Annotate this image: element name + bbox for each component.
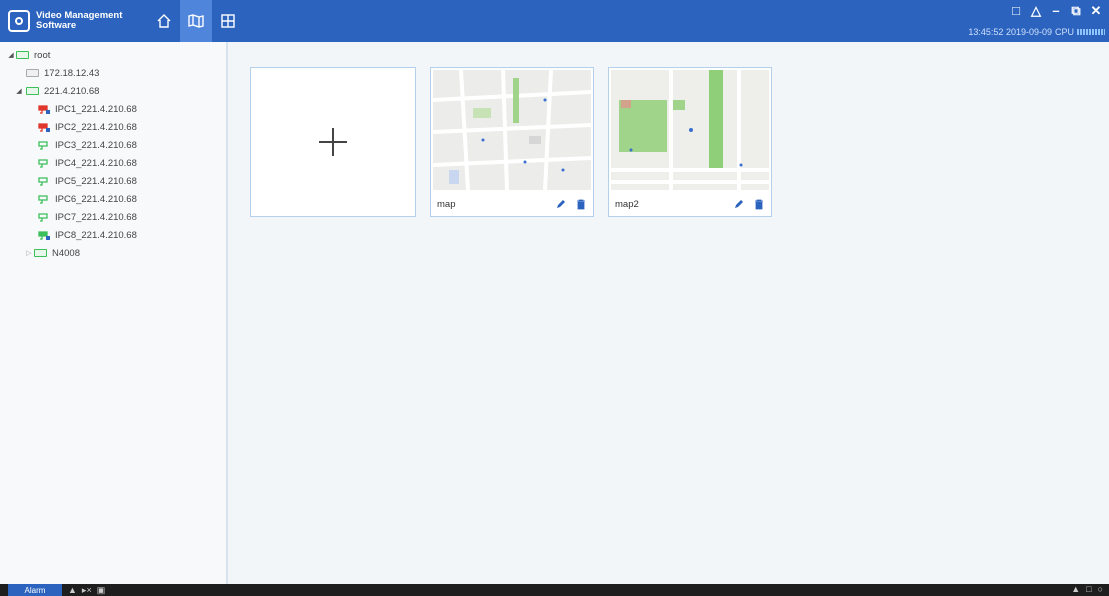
group-icon [16,51,29,59]
bell-icon[interactable]: ▲ [68,585,77,596]
tree-node-label: IPC2_221.4.210.68 [55,121,137,133]
restore-icon[interactable]: ⧉ [1069,4,1083,18]
camera-icon [38,122,50,132]
camera-icon [38,176,50,186]
tree-node-camera[interactable]: IPC7_221.4.210.68 [0,208,226,226]
tree-node-label: 221.4.210.68 [44,85,100,97]
app-logo: Video Management Software [0,0,148,42]
camera-logo-icon [8,10,30,32]
cpu-meter [1077,29,1105,35]
map-gallery: map map2 [230,42,1109,584]
close-icon[interactable]: ✕ [1089,4,1103,18]
map-card-footer: map2 [609,192,771,216]
map-name: map2 [615,198,639,210]
nvr-icon [34,249,47,257]
status-readout: 13:45:52 2019-09-09 CPU [968,27,1105,37]
tree-node-label: IPC7_221.4.210.68 [55,211,137,223]
tree-node-root[interactable]: ◢ root [0,46,226,64]
map-thumbnail[interactable] [611,70,769,190]
pin-icon[interactable]: ▲ [1071,584,1080,594]
add-map-button[interactable] [250,67,416,217]
map-thumbnail[interactable] [433,70,591,190]
map-card[interactable]: map [430,67,594,217]
device-tree-panel: ◢ root 172.18.12.43 ◢ 221.4.210.68 IPC1_… [0,42,228,584]
device-online-icon [26,87,39,95]
camera-icon [38,158,50,168]
tree-node-camera[interactable]: IPC8_221.4.210.68 [0,226,226,244]
bottom-right-controls: ▲ □ ○ [1071,584,1103,594]
delete-icon[interactable] [753,198,765,210]
nav-layout-button[interactable] [212,0,244,42]
window-controls: □ △ – ⧉ ✕ [1009,4,1103,18]
tree-node-label: root [34,49,51,61]
minimize-icon[interactable]: – [1049,4,1063,18]
nav-home-button[interactable] [148,0,180,42]
tree-node-label: IPC3_221.4.210.68 [55,139,137,151]
camera-icon [38,212,50,222]
datetime-text: 13:45:52 2019-09-09 [968,27,1052,37]
tree-node-camera[interactable]: IPC2_221.4.210.68 [0,118,226,136]
map-card-footer: map [431,192,593,216]
tree-node-label: IPC1_221.4.210.68 [55,103,137,115]
edit-icon[interactable] [555,198,567,210]
app-title-line2: Software [36,20,77,31]
delete-icon[interactable] [575,198,587,210]
user-icon[interactable]: △ [1029,4,1043,18]
tree-node-label: 172.18.12.43 [44,67,100,79]
home-icon [157,14,171,28]
map-thumbnail-image [611,70,769,190]
tree-node-camera[interactable]: IPC6_221.4.210.68 [0,190,226,208]
map-card[interactable]: map2 [608,67,772,217]
title-bar: Video Management Software □ △ – ⧉ ✕ 13:4… [0,0,1109,42]
tree-node-camera[interactable]: IPC5_221.4.210.68 [0,172,226,190]
camera-icon [38,104,50,114]
camera-icon [38,140,50,150]
tree-node-device[interactable]: 172.18.12.43 [0,64,226,82]
chat-icon[interactable]: □ [1009,4,1023,18]
tree-node-camera[interactable]: IPC4_221.4.210.68 [0,154,226,172]
map-thumbnail-image [433,70,591,190]
tree-node-camera[interactable]: IPC3_221.4.210.68 [0,136,226,154]
layout-grid-icon [221,14,235,28]
expand-arrow-icon[interactable]: ◢ [14,87,24,95]
plus-icon [319,128,347,156]
camera-icon [38,230,50,240]
edit-icon[interactable] [733,198,745,210]
more-icon[interactable]: ○ [1098,584,1103,594]
tree-node-label: IPC8_221.4.210.68 [55,229,137,241]
nav-map-button[interactable] [180,0,212,42]
tree-node-label: IPC5_221.4.210.68 [55,175,137,187]
map-name: map [437,198,456,210]
tree-node-label: IPC6_221.4.210.68 [55,193,137,205]
camera-icon [38,194,50,204]
tree-node-camera[interactable]: IPC1_221.4.210.68 [0,100,226,118]
tree-node-device[interactable]: ◢ 221.4.210.68 [0,82,226,100]
alarm-tab[interactable]: Alarm [8,584,62,596]
tree-node-nvr[interactable]: ▷ N4008 [0,244,226,262]
expand-arrow-icon[interactable]: ◢ [6,51,16,59]
tree-node-label: IPC4_221.4.210.68 [55,157,137,169]
mute-icon[interactable]: ▸× [82,585,92,596]
bottom-toolbar: ▲ ▸× ▣ [68,585,105,596]
bottom-bar: Alarm ▲ ▸× ▣ ▲ □ ○ [0,584,1109,596]
app-title: Video Management Software [36,11,122,31]
map-icon [188,14,204,28]
collapse-arrow-icon[interactable]: ▷ [24,249,34,257]
tree-node-label: N4008 [52,247,80,259]
cpu-label: CPU [1054,27,1074,37]
device-offline-icon [26,69,39,77]
window-icon[interactable]: □ [1086,584,1091,594]
list-icon[interactable]: ▣ [97,585,106,596]
